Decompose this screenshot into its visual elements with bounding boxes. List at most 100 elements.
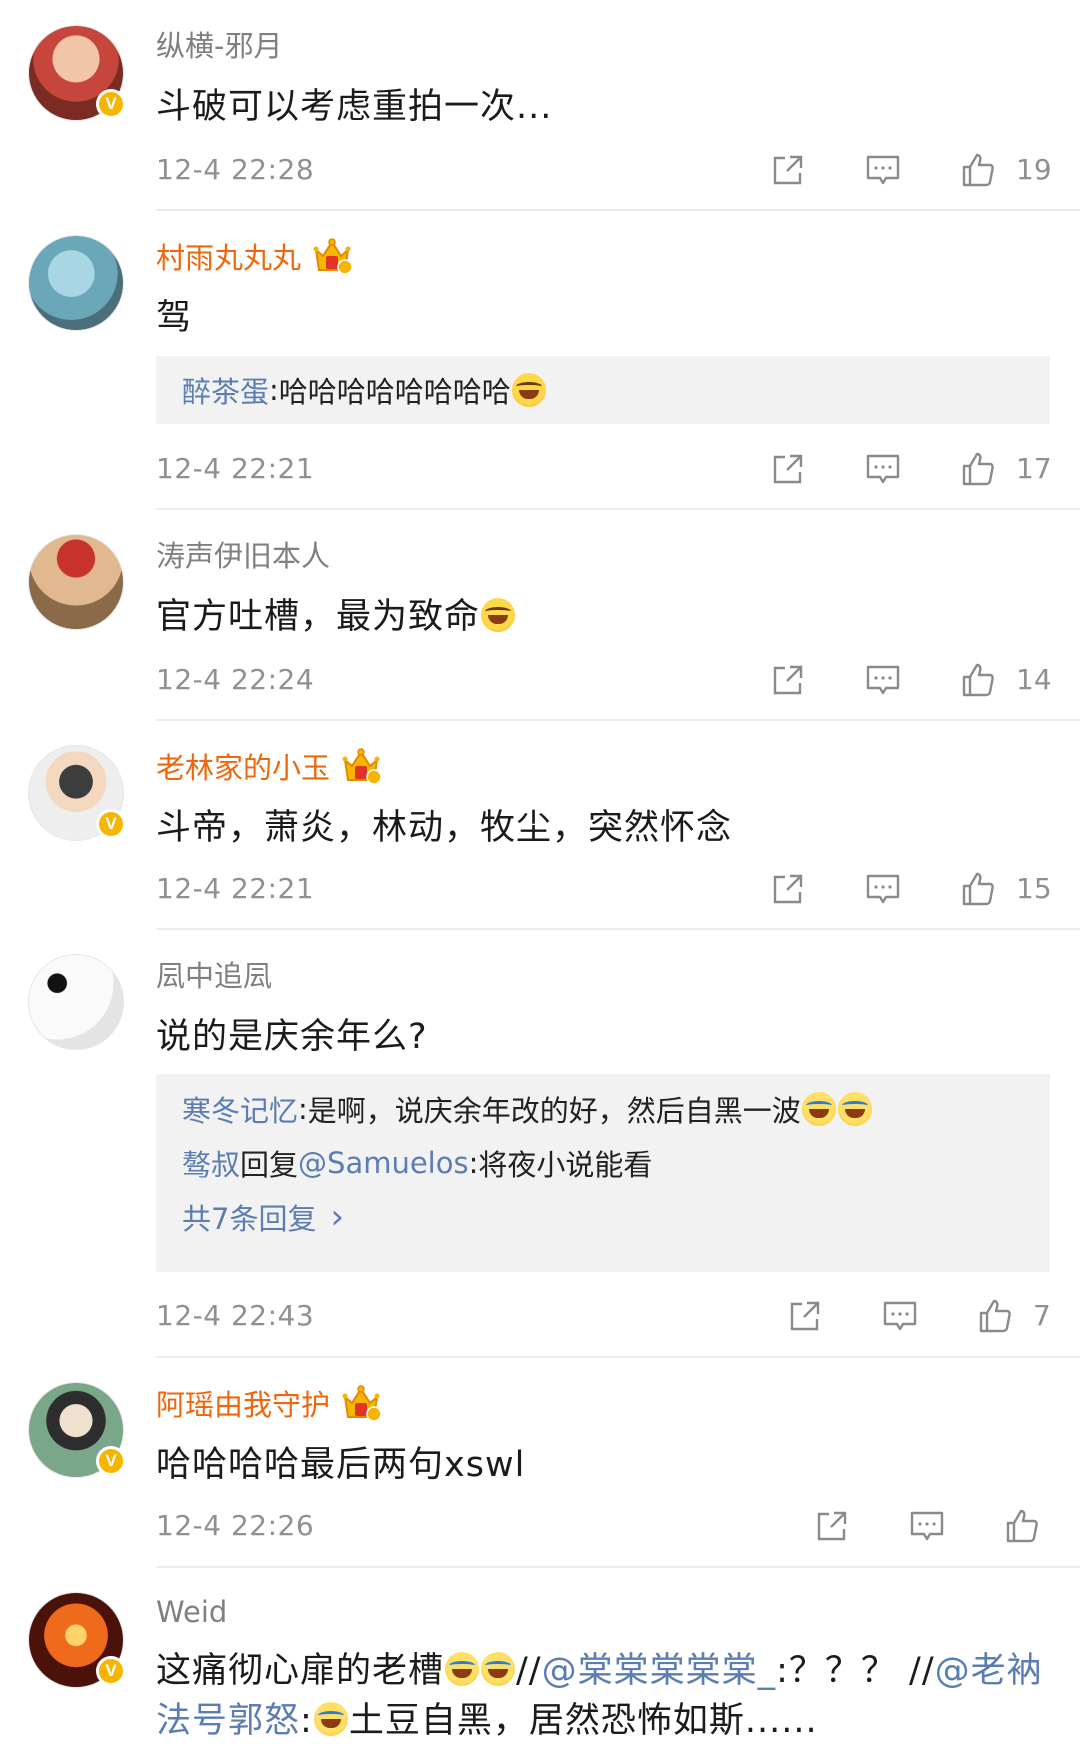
verified-v-icon: V — [96, 89, 126, 119]
comment-footer: 12-4 22:21 15 — [156, 869, 1052, 909]
comment-text-content: 官方吐槽，最为致命 — [156, 597, 481, 637]
reply-content: 将夜小说能看 — [478, 1148, 653, 1182]
reply-mention[interactable]: @Samuelos — [298, 1146, 469, 1180]
username[interactable]: 阿瑶由我守护 — [156, 1382, 330, 1424]
thumbs-up-icon[interactable] — [960, 152, 996, 188]
laugh-emoji-icon — [481, 598, 516, 632]
vip-crown-icon — [311, 236, 353, 276]
comment-item: V 纵横-邪月 斗破可以考虑重拍一次... 12-4 22:28 19 — [0, 0, 1080, 211]
comment-item: 村雨丸丸丸 驾 醉茶蛋 : 哈哈哈哈哈哈哈哈 12-4 22:21 17 — [0, 211, 1080, 510]
comment-icon[interactable] — [865, 152, 901, 188]
thumbs-up-icon[interactable] — [1004, 1508, 1040, 1544]
username-row: 老林家的小玉 — [156, 746, 382, 786]
comment-text: 说的是庆余年么? — [156, 1017, 428, 1057]
username-row: 涛声伊旧本人 — [156, 534, 330, 574]
avatar[interactable]: V — [28, 25, 126, 121]
comment-icon[interactable] — [909, 1508, 945, 1544]
username[interactable]: 村雨丸丸丸 — [156, 235, 301, 277]
verified-v-icon: V — [96, 809, 126, 839]
avatar-image — [28, 534, 124, 630]
username-row: Weid — [156, 1592, 227, 1632]
reply-author[interactable]: 骜叔 — [182, 1142, 240, 1184]
reply-author[interactable]: 醉茶蛋 — [182, 369, 269, 411]
avatar[interactable]: V — [28, 1382, 126, 1478]
comment-list: V 纵横-邪月 斗破可以考虑重拍一次... 12-4 22:28 19 村雨丸丸… — [0, 0, 1080, 1744]
comment-footer: 12-4 22:28 19 — [156, 150, 1052, 190]
comment-text-part: :？？？ // — [776, 1651, 935, 1691]
avatar[interactable]: V — [28, 1592, 126, 1688]
comment-item: V 阿瑶由我守护 哈哈哈哈最后两句xswl 12-4 22:26 — [0, 1358, 1080, 1568]
avatar[interactable]: V — [28, 745, 126, 841]
reply-content: 是啊，说庆余年改的好，然后自黑一波 — [307, 1094, 801, 1128]
timestamp: 12-4 22:26 — [156, 1509, 315, 1542]
comment-icon[interactable] — [865, 662, 901, 698]
avatar-image — [28, 235, 124, 331]
avatar[interactable] — [28, 954, 124, 1050]
thumbs-up-icon[interactable] — [960, 451, 996, 487]
thumbs-up-icon[interactable] — [960, 871, 996, 907]
share-icon[interactable] — [770, 451, 806, 487]
comment-footer: 12-4 22:43 7 — [156, 1296, 1051, 1336]
username-row: 村雨丸丸丸 — [156, 236, 353, 276]
laugh-cry-emoji-icon — [837, 1092, 872, 1126]
laugh-cry-emoji-icon — [313, 1702, 348, 1736]
mention-link[interactable]: @棠棠棠棠棠_ — [542, 1651, 777, 1691]
like-count: 15 — [1016, 872, 1052, 905]
comment-item: 凨中追凨 说的是庆余年么? 寒冬记忆 : 是啊，说庆余年改的好，然后自黑一波 骜… — [0, 930, 1080, 1358]
reply-separator: : — [269, 373, 279, 407]
comment-item: 涛声伊旧本人 官方吐槽，最为致命 12-4 22:24 14 — [0, 510, 1080, 721]
username[interactable]: 涛声伊旧本人 — [156, 533, 330, 575]
comment-icon[interactable] — [882, 1298, 918, 1334]
reply-box[interactable]: 醉茶蛋 : 哈哈哈哈哈哈哈哈 — [156, 356, 1050, 424]
timestamp: 12-4 22:43 — [156, 1299, 315, 1332]
username-row: 阿瑶由我守护 — [156, 1383, 382, 1423]
laugh-cry-emoji-icon — [801, 1092, 836, 1126]
avatar-image — [28, 954, 124, 1050]
username-row: 纵横-邪月 — [156, 24, 282, 64]
comment-text: 哈哈哈哈最后两句xswl — [156, 1445, 526, 1485]
share-icon[interactable] — [770, 871, 806, 907]
share-icon[interactable] — [770, 152, 806, 188]
thumbs-up-icon[interactable] — [977, 1298, 1013, 1334]
comment-item: V Weid 这痛彻心扉的老槽//@棠棠棠棠棠_:？？？ //@老衲法号郭怒: 土… — [0, 1568, 1080, 1744]
comment-text-part: // — [516, 1651, 542, 1691]
reply-box[interactable]: 寒冬记忆 : 是啊，说庆余年改的好，然后自黑一波 骜叔 回复 @Samuelos… — [156, 1074, 1050, 1272]
comment-text-part: 土豆自黑，居然恐怖如斯...... — [348, 1701, 818, 1741]
comment-icon[interactable] — [865, 871, 901, 907]
laugh-cry-emoji-icon — [481, 1652, 516, 1686]
comment-text: 官方吐槽，最为致命 — [156, 588, 516, 639]
reply-separator: : — [468, 1146, 479, 1180]
avatar[interactable] — [28, 235, 124, 331]
vip-crown-icon — [340, 746, 382, 786]
username[interactable]: Weid — [156, 1595, 227, 1629]
more-replies-link[interactable]: 共7条回复 › — [182, 1190, 1024, 1244]
timestamp: 12-4 22:28 — [156, 153, 315, 186]
vip-crown-icon — [340, 1383, 382, 1423]
comment-text: 斗破可以考虑重拍一次... — [156, 87, 553, 127]
timestamp: 12-4 22:21 — [156, 452, 315, 485]
thumbs-up-icon[interactable] — [960, 662, 996, 698]
username[interactable]: 凨中追凨 — [156, 953, 272, 995]
reply-line: 骜叔 回复 @Samuelos : 将夜小说能看 — [182, 1136, 1024, 1190]
reply-line: 寒冬记忆 : 是啊，说庆余年改的好，然后自黑一波 — [182, 1082, 1024, 1136]
like-count: 7 — [1033, 1299, 1051, 1332]
reply-separator: : — [298, 1092, 308, 1126]
comment-icon[interactable] — [865, 451, 901, 487]
more-replies-label: 共7条回复 — [182, 1202, 317, 1236]
username[interactable]: 纵横-邪月 — [156, 23, 282, 65]
timestamp: 12-4 22:24 — [156, 663, 315, 696]
comment-item: V 老林家的小玉 斗帝，萧炎，林动，牧尘，突然怀念 12-4 22:21 15 — [0, 721, 1080, 930]
comment-footer: 12-4 22:26 — [156, 1506, 1050, 1546]
username[interactable]: 老林家的小玉 — [156, 745, 330, 787]
share-icon[interactable] — [770, 662, 806, 698]
share-icon[interactable] — [787, 1298, 823, 1334]
comment-footer: 12-4 22:24 14 — [156, 660, 1052, 700]
reply-author[interactable]: 寒冬记忆 — [182, 1088, 298, 1130]
avatar[interactable] — [28, 534, 124, 630]
reply-verb: 回复 — [240, 1148, 299, 1182]
comment-text-part: : — [300, 1701, 313, 1741]
comment-text: 这痛彻心扉的老槽//@棠棠棠棠棠_:？？？ //@老衲法号郭怒: 土豆自黑，居然恐… — [156, 1646, 1046, 1744]
comment-text-part: 这痛彻心扉的老槽 — [156, 1651, 445, 1691]
chevron-right-icon: › — [330, 1197, 345, 1237]
share-icon[interactable] — [814, 1508, 850, 1544]
